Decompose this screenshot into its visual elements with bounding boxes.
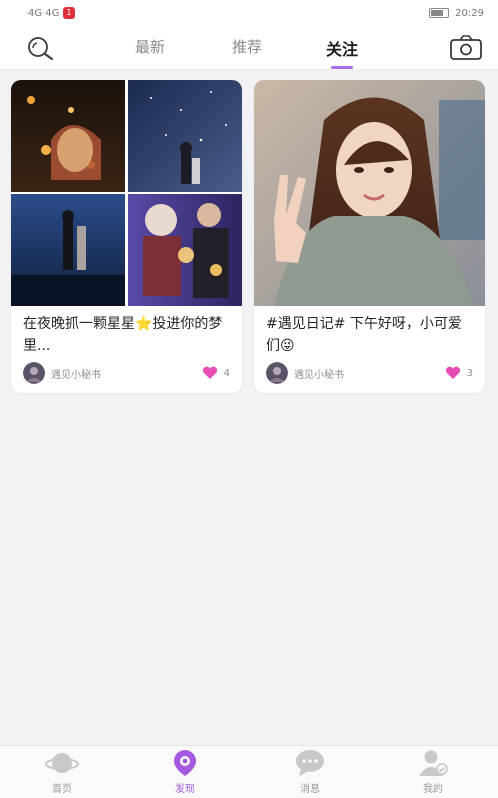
status-bar-left: 4G 4G 1 [28,7,75,19]
post-title: 在夜晚抓一颗星星⭐投进你的梦里... [23,316,223,354]
like-count: 3 [466,367,473,379]
nav-home-label: 首页 [52,784,72,795]
nav-profile-label: 我的 [423,784,443,795]
nav-discover-label: 发现 [175,784,195,795]
nav-profile[interactable]: 我的 [393,748,473,798]
post-cover-collage[interactable] [11,80,242,306]
post-title: #遇见日记# 下午好呀，小可爱们😜 [266,316,462,354]
nav-messages-label: 消息 [300,784,320,795]
selfie-photo-image [254,80,485,306]
author-name[interactable]: 遇见小秘书 [51,366,202,381]
post-card[interactable]: 在夜晚抓一颗星星⭐投进你的梦里... 遇见小秘书 4 [11,80,242,393]
battery-icon [429,8,450,18]
profile-icon [419,750,448,776]
status-bar-right: 20:29 [429,8,484,19]
heart-icon [202,366,217,379]
like-count: 4 [223,367,230,379]
post-footer: 遇见小秘书 3 [266,362,473,384]
post-footer: 遇见小秘书 4 [23,362,230,384]
nav-home[interactable]: 首页 [22,748,102,798]
camera-icon[interactable] [448,34,484,62]
author-name[interactable]: 遇见小秘书 [294,366,445,381]
tab-recommended[interactable]: 推荐 [232,36,262,57]
planet-icon [45,753,79,773]
tab-recommended-label: 推荐 [231,38,263,56]
tab-latest-label: 最新 [134,38,166,56]
screen: 4G 4G 1 20:29 最新 推荐 关注 在夜晚抓一颗星星⭐投进你的梦里..… [0,0,498,798]
author-avatar[interactable] [266,362,288,384]
post-card[interactable]: #遇见日记# 下午好呀，小可爱们😜 遇见小秘书 3 [254,80,485,393]
tab-latest[interactable]: 最新 [135,36,165,57]
nav-discover[interactable]: 发现 [145,748,225,798]
tab-following[interactable]: 关注 [325,36,359,69]
like-control[interactable]: 3 [445,366,473,380]
discover-icon [174,750,196,776]
heart-icon [445,366,460,379]
nav-messages[interactable]: 消息 [270,748,350,798]
status-bar: 4G 4G 1 20:29 [0,0,498,26]
active-tab-indicator [330,66,353,69]
status-time: 20:29 [455,7,484,19]
chat-icon [296,750,324,776]
notification-badge: 1 [63,7,75,19]
top-header: 最新 推荐 关注 [0,26,498,70]
author-avatar[interactable] [23,362,45,384]
post-cover[interactable] [254,80,485,306]
like-control[interactable]: 4 [202,366,230,380]
feed-tabs: 最新 推荐 关注 [0,26,498,70]
signal-text: 4G 4G [28,7,60,19]
night-sky-collage-image [11,80,242,306]
tab-following-label: 关注 [325,40,359,59]
bottom-nav: 首页 发现 消息 我的 [0,745,498,798]
